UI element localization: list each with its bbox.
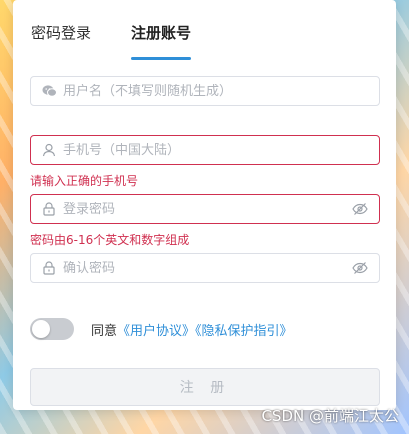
agreement-prefix: 同意 bbox=[91, 324, 118, 339]
eye-hidden-icon[interactable] bbox=[351, 259, 369, 277]
eye-hidden-icon[interactable] bbox=[351, 200, 369, 218]
lock-icon bbox=[41, 260, 57, 276]
watermark-text: CSDN @前端江太公 bbox=[261, 407, 399, 425]
register-card: 密码登录 注册账号 请输入正确的手机号 bbox=[13, 0, 396, 410]
tab-password-login[interactable]: 密码登录 bbox=[31, 22, 91, 43]
confirm-password-field[interactable] bbox=[30, 253, 380, 283]
agreement-toggle[interactable] bbox=[30, 318, 74, 340]
username-input[interactable] bbox=[63, 83, 379, 99]
user-icon bbox=[41, 142, 57, 158]
phone-input[interactable] bbox=[63, 142, 379, 158]
toggle-knob bbox=[32, 320, 50, 338]
register-button[interactable]: 注 册 bbox=[30, 368, 380, 406]
phone-error-message: 请输入正确的手机号 bbox=[30, 174, 139, 188]
phone-field[interactable] bbox=[30, 135, 380, 165]
password-input[interactable] bbox=[63, 201, 351, 217]
agreement-text: 同意《用户协议》《隐私保护指引》 bbox=[91, 320, 293, 339]
username-field[interactable] bbox=[30, 76, 380, 106]
lock-icon bbox=[41, 201, 57, 217]
password-error-message: 密码由6-16个英文和数字组成 bbox=[30, 233, 190, 247]
password-field[interactable] bbox=[30, 194, 380, 224]
privacy-policy-link[interactable]: 《隐私保护指引》 bbox=[195, 324, 293, 339]
confirm-password-input[interactable] bbox=[63, 260, 351, 276]
wechat-icon bbox=[41, 83, 57, 99]
active-tab-indicator bbox=[131, 57, 191, 60]
tab-register[interactable]: 注册账号 bbox=[131, 22, 191, 43]
user-agreement-link[interactable]: 《用户协议》 bbox=[117, 324, 195, 339]
tab-bar: 密码登录 注册账号 bbox=[31, 18, 371, 62]
